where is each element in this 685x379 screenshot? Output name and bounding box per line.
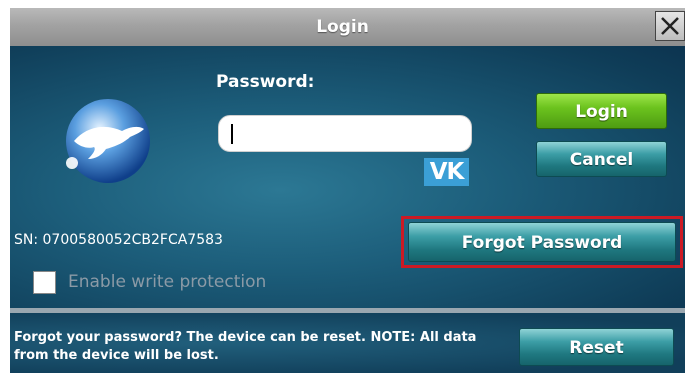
password-label: Password: xyxy=(216,72,315,92)
close-icon xyxy=(661,17,679,35)
serial-number: SN: 0700580052CB2FCA7583 xyxy=(14,232,223,248)
reset-button[interactable]: Reset xyxy=(519,328,674,366)
close-button[interactable] xyxy=(655,11,685,41)
text-caret xyxy=(231,124,233,144)
write-protection-label: Enable write protection xyxy=(68,272,267,292)
reset-note: Forgot your password? The device can be … xyxy=(14,330,477,363)
login-dialog: Login Password: VK Login Cancel SN: 0700… xyxy=(0,0,685,379)
login-button[interactable]: Login xyxy=(536,93,667,129)
password-field[interactable] xyxy=(218,115,472,152)
window-title: Login xyxy=(316,17,369,37)
title-bar: Login xyxy=(10,8,685,47)
write-protection-checkbox[interactable] xyxy=(33,271,56,294)
forgot-password-button[interactable]: Forgot Password xyxy=(408,222,676,262)
cancel-button[interactable]: Cancel xyxy=(536,141,667,177)
greyhound-globe-icon xyxy=(66,99,150,183)
virtual-keyboard-button[interactable]: VK xyxy=(424,158,469,186)
